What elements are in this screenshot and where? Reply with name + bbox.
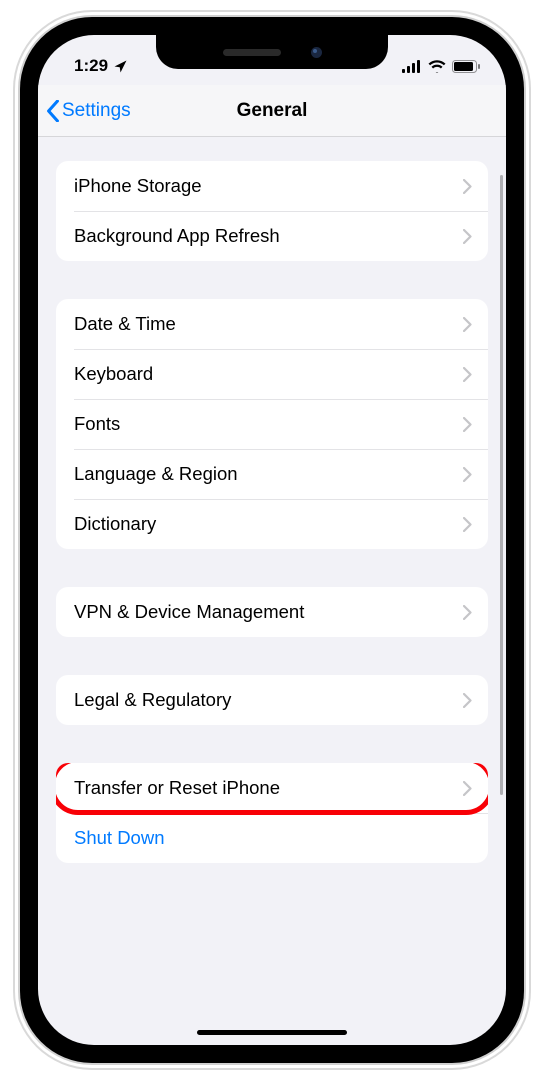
- status-right: [402, 60, 480, 73]
- row-label: Background App Refresh: [74, 225, 280, 247]
- chevron-right-icon: [463, 317, 472, 332]
- chevron-right-icon: [463, 229, 472, 244]
- chevron-left-icon: [46, 100, 60, 122]
- status-left: 1:29: [74, 56, 128, 76]
- row-dictionary[interactable]: Dictionary: [56, 499, 488, 549]
- screen: 1:29: [38, 35, 506, 1045]
- settings-group: Transfer or Reset iPhone Shut Down: [56, 763, 488, 863]
- chevron-right-icon: [463, 367, 472, 382]
- settings-group: iPhone Storage Background App Refresh: [56, 161, 488, 261]
- row-label: Language & Region: [74, 463, 238, 485]
- location-arrow-icon: [113, 59, 128, 74]
- settings-group: VPN & Device Management: [56, 587, 488, 637]
- phone-frame: 1:29: [0, 0, 544, 1080]
- chevron-right-icon: [463, 781, 472, 796]
- row-fonts[interactable]: Fonts: [56, 399, 488, 449]
- cellular-signal-icon: [402, 60, 422, 73]
- back-label: Settings: [62, 100, 131, 122]
- row-language-region[interactable]: Language & Region: [56, 449, 488, 499]
- row-label: Date & Time: [74, 313, 176, 335]
- chevron-right-icon: [463, 605, 472, 620]
- row-label: iPhone Storage: [74, 175, 202, 197]
- status-time: 1:29: [74, 56, 108, 76]
- wifi-icon: [428, 60, 446, 73]
- row-label: Keyboard: [74, 363, 153, 385]
- chevron-right-icon: [463, 693, 472, 708]
- phone-body: 1:29: [20, 17, 524, 1063]
- back-button[interactable]: Settings: [46, 85, 131, 136]
- chevron-right-icon: [463, 179, 472, 194]
- row-keyboard[interactable]: Keyboard: [56, 349, 488, 399]
- row-label: VPN & Device Management: [74, 601, 304, 623]
- row-transfer-reset[interactable]: Transfer or Reset iPhone: [56, 763, 488, 813]
- notch: [156, 35, 388, 69]
- chevron-right-icon: [463, 517, 472, 532]
- chevron-right-icon: [463, 467, 472, 482]
- row-iphone-storage[interactable]: iPhone Storage: [56, 161, 488, 211]
- page-title: General: [237, 100, 308, 122]
- row-legal-regulatory[interactable]: Legal & Regulatory: [56, 675, 488, 725]
- row-label: Shut Down: [74, 827, 165, 849]
- nav-bar: Settings General: [38, 85, 506, 137]
- home-indicator[interactable]: [197, 1030, 347, 1035]
- speaker-icon: [223, 49, 281, 56]
- settings-group: Date & Time Keyboard Fonts Language & Re…: [56, 299, 488, 549]
- chevron-right-icon: [463, 417, 472, 432]
- settings-group: Legal & Regulatory: [56, 675, 488, 725]
- scroll-indicator[interactable]: [500, 175, 503, 795]
- row-label: Legal & Regulatory: [74, 689, 231, 711]
- camera-icon: [311, 47, 322, 58]
- row-label: Transfer or Reset iPhone: [74, 777, 280, 799]
- battery-icon: [452, 60, 480, 73]
- row-label: Fonts: [74, 413, 120, 435]
- row-date-time[interactable]: Date & Time: [56, 299, 488, 349]
- row-background-app-refresh[interactable]: Background App Refresh: [56, 211, 488, 261]
- content: iPhone Storage Background App Refresh Da…: [38, 137, 506, 1045]
- row-shut-down[interactable]: Shut Down: [56, 813, 488, 863]
- row-label: Dictionary: [74, 513, 156, 535]
- row-vpn-device-management[interactable]: VPN & Device Management: [56, 587, 488, 637]
